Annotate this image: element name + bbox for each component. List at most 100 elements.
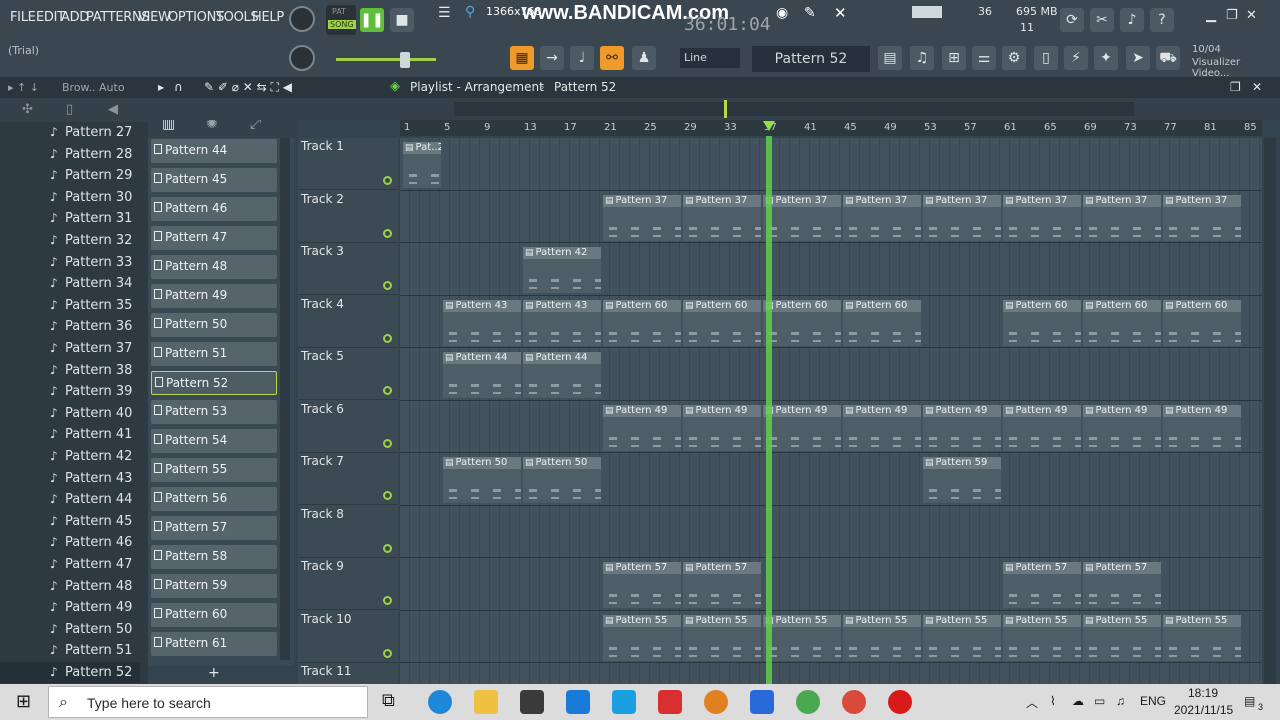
fl-studio-icon[interactable] (704, 690, 728, 714)
browser-item[interactable]: ♪ Pattern 31 (0, 208, 140, 229)
browser-item[interactable]: ♪ Pattern 36 (0, 316, 140, 337)
pattern-clip[interactable]: Pattern 43 (443, 299, 521, 346)
close-recording-icon[interactable]: ✕ (834, 4, 847, 22)
file-icon[interactable]: ▯ (1034, 46, 1058, 70)
plug-icon[interactable]: ⚡ (1064, 46, 1088, 70)
pattern-clip[interactable]: Pattern 50 (443, 457, 521, 503)
mcafee-icon[interactable] (658, 690, 682, 714)
pattern-clip[interactable]: Pattern 57 (683, 562, 761, 608)
track-header[interactable]: Track 9 (298, 558, 398, 610)
pattern-clip[interactable]: Pattern 60 (1003, 299, 1081, 346)
track-header[interactable]: Track 7 (298, 453, 398, 505)
pattern-clip[interactable]: Pattern 37 (1083, 194, 1161, 241)
pattern-clip[interactable]: Pattern 49 (1163, 404, 1241, 451)
channel-rack-icon[interactable]: ⊞ (942, 46, 966, 70)
clock-date[interactable]: 2021/11/15 (1174, 703, 1233, 717)
pattern-clip[interactable]: Pattern 49 (683, 404, 761, 451)
picker-item[interactable]: Pattern 55 (151, 458, 277, 482)
picker-item[interactable]: Pattern 59 (151, 574, 277, 598)
track-header[interactable]: Track 10 (298, 611, 398, 663)
pattern-clip[interactable]: Pattern 49 (1003, 404, 1081, 451)
windows-start-icon[interactable]: ⊞ (16, 691, 31, 712)
pattern-clip[interactable]: Pattern 57 (1083, 562, 1161, 608)
browser-item[interactable]: ♪ Pattern 42 (0, 446, 140, 467)
volume-icon[interactable]: ♫ (1116, 694, 1125, 708)
picker-item[interactable]: Pattern 58 (151, 545, 277, 569)
browser-item[interactable]: ♪ Pattern 43 (0, 468, 140, 489)
track-mute-icon[interactable] (383, 386, 392, 395)
piano-roll-icon[interactable]: ♫ (910, 46, 934, 70)
browser-item[interactable]: ♪ Pattern 47 (0, 554, 140, 575)
tray-chevron-icon[interactable]: ︿ (1026, 694, 1038, 711)
pattern-clip[interactable]: Pattern 57 (603, 562, 681, 608)
file-explorer-icon[interactable] (474, 690, 498, 714)
camera-icon[interactable]: ◉ (776, 5, 788, 21)
browser-item[interactable]: ♪ Pattern 39 (0, 381, 140, 402)
pattern-clip[interactable]: Pattern 37 (923, 194, 1001, 241)
pattern-clip[interactable]: Pattern 59 (923, 457, 1001, 503)
browser-item[interactable]: ♪ Pattern 27 (0, 122, 140, 143)
browser-speaker-icon[interactable]: ◀ (108, 102, 118, 117)
draw-tools-icon[interactable]: ✎ ✐ ⌀ ✕ ⇆ ⛶ ◀ (204, 80, 292, 95)
snap-select[interactable]: Line (680, 48, 740, 68)
pattern-clip[interactable]: Pattern 49 (923, 404, 1001, 451)
pattern-clip[interactable]: Pattern 55 (923, 614, 1001, 661)
chrome-icon-1[interactable] (796, 690, 820, 714)
picker-item[interactable]: Pattern 53 (151, 400, 277, 424)
task-view-icon[interactable]: ⧉ (382, 690, 406, 714)
stop-button[interactable]: ■ (390, 8, 414, 32)
battery-icon[interactable]: ▭ (1094, 694, 1105, 708)
store-icon[interactable] (520, 690, 544, 714)
step-edit-icon[interactable]: → (540, 46, 564, 70)
picker-item[interactable]: Pattern 60 (151, 603, 277, 627)
language-indicator[interactable]: ENG (1140, 694, 1166, 708)
taskbar-search[interactable]: ⌕ Type here to search (48, 686, 368, 718)
browser-item[interactable]: ♪ Pattern 46 (0, 532, 140, 553)
lync-icon[interactable] (612, 690, 636, 714)
pattern-clip[interactable]: Pattern 42 (523, 247, 601, 293)
browser-item[interactable]: ♪ Pattern 32 (0, 230, 140, 251)
menu-lines-icon[interactable]: ☰ (438, 5, 451, 21)
picker-item[interactable]: Pattern 52 (151, 371, 277, 395)
pattern-clip[interactable]: Pattern 55 (843, 614, 921, 661)
pattern-clip[interactable]: Pattern 37 (1163, 194, 1241, 241)
track-header[interactable]: Track 8 (298, 506, 398, 558)
pattern-clip[interactable]: Pattern 44 (523, 352, 601, 398)
maximize-icon[interactable]: ❐ (1226, 8, 1238, 23)
track-mute-icon[interactable] (383, 648, 392, 658)
network-icon[interactable]: ⌇ (1050, 694, 1056, 708)
picker-item[interactable]: Pattern 61 (151, 632, 277, 656)
pattern-clip[interactable]: Pattern 55 (1003, 614, 1081, 661)
browser-item[interactable]: ♪ Pattern 35 (0, 295, 140, 316)
track-header[interactable]: Track 1 (298, 138, 398, 190)
tempo-slider-handle[interactable] (400, 52, 410, 68)
refresh-icon[interactable]: ⟳ (1060, 8, 1084, 32)
pattern-clip[interactable]: Pattern 49 (1083, 404, 1161, 451)
clock-time[interactable]: 18:19 (1188, 686, 1218, 700)
picker-item[interactable]: Pattern 49 (151, 284, 277, 308)
menu-file[interactable]: FILE (10, 10, 36, 25)
browser-item[interactable]: ♪ Pattern 38 (0, 360, 140, 381)
bird-icon[interactable]: ➤ (1126, 46, 1150, 70)
metronome-icon[interactable]: ♟ (632, 46, 656, 70)
playlist-nav-icon[interactable]: ◈ (390, 79, 400, 94)
pattern-clip[interactable]: Pattern 37 (1003, 194, 1081, 241)
track-mute-icon[interactable] (383, 438, 392, 448)
pattern-clip[interactable]: Pattern 60 (763, 299, 841, 346)
pattern-clip[interactable]: Pattern 55 (763, 614, 841, 661)
mail-icon[interactable] (566, 690, 590, 714)
browser-item[interactable]: ♪ Pattern 51 (0, 640, 140, 661)
track-header[interactable]: Track 5 (298, 348, 398, 400)
menu-view[interactable]: VIEW (138, 10, 171, 25)
browser-title[interactable]: Brow.. Auto (62, 81, 125, 94)
browser-item[interactable]: ♪ Pattern 52 (0, 662, 140, 683)
picker-item[interactable]: Pattern 54 (151, 429, 277, 453)
picker-item[interactable]: Pattern 48 (151, 255, 277, 279)
pattern-clip[interactable]: Pattern 60 (843, 299, 921, 346)
pattern-clip[interactable]: Pattern 50 (523, 457, 601, 503)
browser-item[interactable]: ♪ Pattern 29 (0, 165, 140, 186)
pattern-clip[interactable]: Pattern 60 (1083, 299, 1161, 346)
tools-icon[interactable]: ✦ (1094, 46, 1118, 70)
browser-target-icon[interactable]: ✣ (22, 102, 33, 117)
browser-item[interactable]: ♪ Pattern 50 (0, 619, 140, 640)
